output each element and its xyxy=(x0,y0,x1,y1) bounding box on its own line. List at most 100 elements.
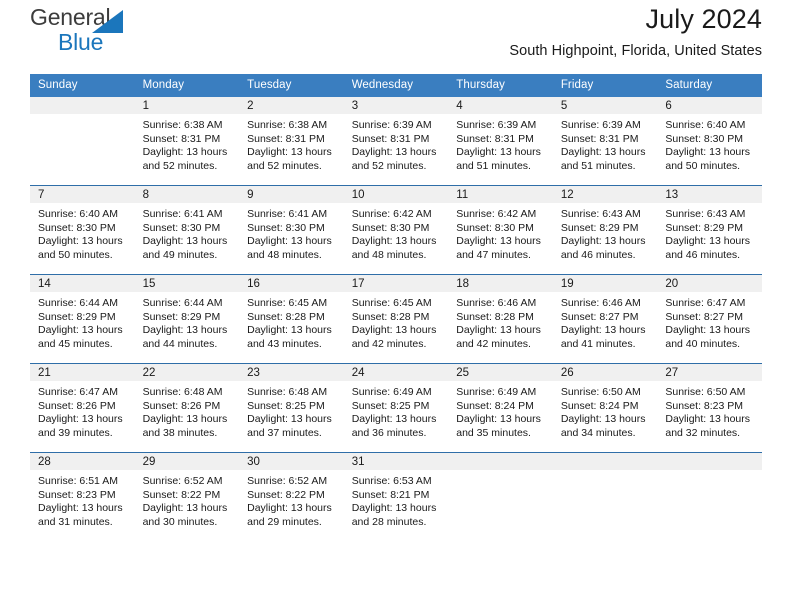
calendar-week-row: 1 Sunrise: 6:38 AM Sunset: 8:31 PM Daylight… xyxy=(30,97,762,186)
day-details: Sunrise: 6:46 AM Sunset: 8:28 PM Daylight:… xyxy=(448,292,553,351)
daylight-line-1: Daylight: 13 hours xyxy=(351,502,437,515)
sunrise-time: Sunrise: 6:46 AM xyxy=(560,297,641,309)
daylight-line-1: Daylight: 13 hours xyxy=(456,324,541,337)
daylight-line-1: Daylight: 13 hours xyxy=(665,146,751,159)
day-details: Sunrise: 6:49 AM Sunset: 8:24 PM Daylight:… xyxy=(448,381,553,440)
daylight-line-2: and 43 minutes. xyxy=(247,337,322,350)
title-block: July 2024 South Highpoint, Florida, Unit… xyxy=(509,0,762,62)
calendar-day-cell[interactable]: 17 Sunrise: 6:45 AM Sunset: 8:28 PM Dayligh… xyxy=(343,275,449,363)
daylight-line-2: and 41 minutes. xyxy=(560,337,636,350)
calendar-day-cell[interactable]: 30 Sunrise: 6:52 AM Sunset: 8:22 PM Dayligh… xyxy=(239,453,344,541)
calendar-cell-empty xyxy=(552,453,658,541)
daylight-line-1: Daylight: 13 hours xyxy=(142,146,228,159)
daylight-line-1: Daylight: 13 hours xyxy=(560,235,646,248)
daylight-line-2: and 47 minutes. xyxy=(456,248,531,261)
logo-text-blue: Blue xyxy=(58,29,104,55)
day-details: Sunrise: 6:48 AM Sunset: 8:25 PM Daylight:… xyxy=(239,381,344,440)
day-number: 16 xyxy=(239,275,344,292)
general-blue-logo[interactable]: General Blue xyxy=(30,6,155,56)
weekday-header-wednesday: Wednesday xyxy=(343,74,449,97)
calendar-day-cell[interactable]: 11 Sunrise: 6:42 AM Sunset: 8:30 PM Dayligh… xyxy=(448,186,553,274)
daylight-line-2: and 50 minutes. xyxy=(38,248,113,261)
day-number: 19 xyxy=(552,275,658,292)
sunrise-time: Sunrise: 6:51 AM xyxy=(38,475,118,487)
calendar-day-cell[interactable]: 18 Sunrise: 6:46 AM Sunset: 8:28 PM Dayligh… xyxy=(448,275,553,363)
daylight-line-2: and 39 minutes. xyxy=(38,426,113,439)
day-number: 3 xyxy=(343,97,449,114)
sunrise-time: Sunrise: 6:43 AM xyxy=(560,208,641,220)
calendar-day-cell[interactable]: 7 Sunrise: 6:40 AM Sunset: 8:30 PM Daylight… xyxy=(30,186,135,274)
calendar-week-row: 14 Sunrise: 6:44 AM Sunset: 8:29 PM Dayligh… xyxy=(30,274,762,364)
day-details: Sunrise: 6:40 AM Sunset: 8:30 PM Daylight:… xyxy=(657,114,762,173)
calendar-day-cell[interactable]: 12 Sunrise: 6:43 AM Sunset: 8:29 PM Dayligh… xyxy=(552,186,658,274)
sunset-time: Sunset: 8:28 PM xyxy=(456,310,534,323)
sunset-time: Sunset: 8:30 PM xyxy=(351,221,430,234)
sunset-time: Sunset: 8:30 PM xyxy=(142,221,221,234)
day-number: 6 xyxy=(657,97,762,114)
location-subtitle: South Highpoint, Florida, United States xyxy=(509,43,762,59)
sunrise-time: Sunrise: 6:45 AM xyxy=(247,297,328,309)
calendar-day-cell[interactable]: 3 Sunrise: 6:39 AM Sunset: 8:31 PM Daylight… xyxy=(343,97,449,185)
day-number: 11 xyxy=(448,186,553,203)
daylight-line-2: and 44 minutes. xyxy=(142,337,218,350)
day-number: 18 xyxy=(448,275,553,292)
calendar-day-cell[interactable]: 1 Sunrise: 6:38 AM Sunset: 8:31 PM Daylight… xyxy=(134,97,240,185)
calendar-day-cell[interactable]: 22 Sunrise: 6:48 AM Sunset: 8:26 PM Dayligh… xyxy=(134,364,240,452)
calendar-day-cell[interactable]: 24 Sunrise: 6:49 AM Sunset: 8:25 PM Dayligh… xyxy=(343,364,449,452)
daylight-line-1: Daylight: 13 hours xyxy=(560,146,646,159)
calendar-day-cell[interactable]: 27 Sunrise: 6:50 AM Sunset: 8:23 PM Dayligh… xyxy=(657,364,762,452)
day-details: Sunrise: 6:47 AM Sunset: 8:27 PM Daylight:… xyxy=(657,292,762,351)
calendar-day-cell[interactable]: 16 Sunrise: 6:45 AM Sunset: 8:28 PM Dayligh… xyxy=(239,275,344,363)
day-details: Sunrise: 6:43 AM Sunset: 8:29 PM Daylight:… xyxy=(657,203,762,262)
daylight-line-2: and 31 minutes. xyxy=(38,515,113,528)
calendar-day-cell[interactable]: 26 Sunrise: 6:50 AM Sunset: 8:24 PM Dayligh… xyxy=(552,364,658,452)
daylight-line-2: and 35 minutes. xyxy=(456,426,531,439)
sunrise-time: Sunrise: 6:44 AM xyxy=(142,297,223,309)
sunset-time: Sunset: 8:25 PM xyxy=(247,399,325,412)
calendar-day-cell[interactable]: 21 Sunrise: 6:47 AM Sunset: 8:26 PM Dayligh… xyxy=(30,364,135,452)
day-details: Sunrise: 6:45 AM Sunset: 8:28 PM Daylight:… xyxy=(344,292,449,351)
calendar-day-cell[interactable]: 13 Sunrise: 6:43 AM Sunset: 8:29 PM Dayligh… xyxy=(657,186,762,274)
day-number: 2 xyxy=(239,97,344,114)
calendar-day-cell[interactable]: 29 Sunrise: 6:52 AM Sunset: 8:22 PM Dayligh… xyxy=(134,453,240,541)
daylight-line-2: and 51 minutes. xyxy=(456,159,531,172)
daylight-line-2: and 48 minutes. xyxy=(247,248,322,261)
daylight-line-2: and 42 minutes. xyxy=(456,337,531,350)
day-details: Sunrise: 6:39 AM Sunset: 8:31 PM Daylight:… xyxy=(553,114,658,173)
day-number: 13 xyxy=(657,186,762,203)
weekday-header-sunday: Sunday xyxy=(30,74,135,97)
sunset-time: Sunset: 8:23 PM xyxy=(665,399,744,412)
calendar-day-cell[interactable]: 2 Sunrise: 6:38 AM Sunset: 8:31 PM Daylight… xyxy=(239,97,344,185)
sunset-time: Sunset: 8:31 PM xyxy=(560,132,639,145)
calendar-day-cell[interactable]: 19 Sunrise: 6:46 AM Sunset: 8:27 PM Dayligh… xyxy=(552,275,658,363)
calendar-body: 1 Sunrise: 6:38 AM Sunset: 8:31 PM Daylight… xyxy=(30,97,762,541)
calendar-day-cell[interactable]: 23 Sunrise: 6:48 AM Sunset: 8:25 PM Dayligh… xyxy=(239,364,344,452)
calendar-day-cell[interactable]: 15 Sunrise: 6:44 AM Sunset: 8:29 PM Dayligh… xyxy=(134,275,240,363)
calendar-cell-empty xyxy=(30,97,135,185)
calendar-page: General Blue July 2024 South Highpoint, … xyxy=(0,0,792,612)
calendar-day-cell[interactable]: 10 Sunrise: 6:42 AM Sunset: 8:30 PM Dayligh… xyxy=(343,186,449,274)
daylight-line-1: Daylight: 13 hours xyxy=(456,413,541,426)
day-number: 24 xyxy=(343,364,449,381)
calendar-day-cell[interactable]: 14 Sunrise: 6:44 AM Sunset: 8:29 PM Dayligh… xyxy=(30,275,135,363)
day-number: 15 xyxy=(134,275,240,292)
calendar-day-cell[interactable]: 25 Sunrise: 6:49 AM Sunset: 8:24 PM Dayligh… xyxy=(448,364,553,452)
day-details: Sunrise: 6:53 AM Sunset: 8:21 PM Daylight:… xyxy=(344,470,449,529)
daylight-line-1: Daylight: 13 hours xyxy=(142,413,228,426)
calendar-week-row: 7 Sunrise: 6:40 AM Sunset: 8:30 PM Daylight… xyxy=(30,185,762,275)
calendar-day-cell[interactable]: 28 Sunrise: 6:51 AM Sunset: 8:23 PM Dayligh… xyxy=(30,453,135,541)
sunset-time: Sunset: 8:28 PM xyxy=(247,310,325,323)
calendar-day-cell[interactable]: 8 Sunrise: 6:41 AM Sunset: 8:30 PM Daylight… xyxy=(134,186,240,274)
day-details: Sunrise: 6:50 AM Sunset: 8:23 PM Daylight:… xyxy=(657,381,762,440)
calendar-day-cell[interactable]: 9 Sunrise: 6:41 AM Sunset: 8:30 PM Daylight… xyxy=(239,186,344,274)
sunrise-time: Sunrise: 6:47 AM xyxy=(38,386,118,398)
calendar-day-cell[interactable]: 6 Sunrise: 6:40 AM Sunset: 8:30 PM Daylight… xyxy=(657,97,762,185)
calendar-day-cell[interactable]: 31 Sunrise: 6:53 AM Sunset: 8:21 PM Dayligh… xyxy=(343,453,449,541)
sunrise-time: Sunrise: 6:43 AM xyxy=(665,208,746,220)
calendar-day-cell[interactable]: 20 Sunrise: 6:47 AM Sunset: 8:27 PM Dayligh… xyxy=(657,275,762,363)
daylight-line-1: Daylight: 13 hours xyxy=(38,502,123,515)
sunrise-time: Sunrise: 6:44 AM xyxy=(38,297,118,309)
calendar-day-cell[interactable]: 5 Sunrise: 6:39 AM Sunset: 8:31 PM Daylight… xyxy=(552,97,658,185)
daylight-line-1: Daylight: 13 hours xyxy=(38,235,123,248)
calendar-day-cell[interactable]: 4 Sunrise: 6:39 AM Sunset: 8:31 PM Daylight… xyxy=(448,97,553,185)
